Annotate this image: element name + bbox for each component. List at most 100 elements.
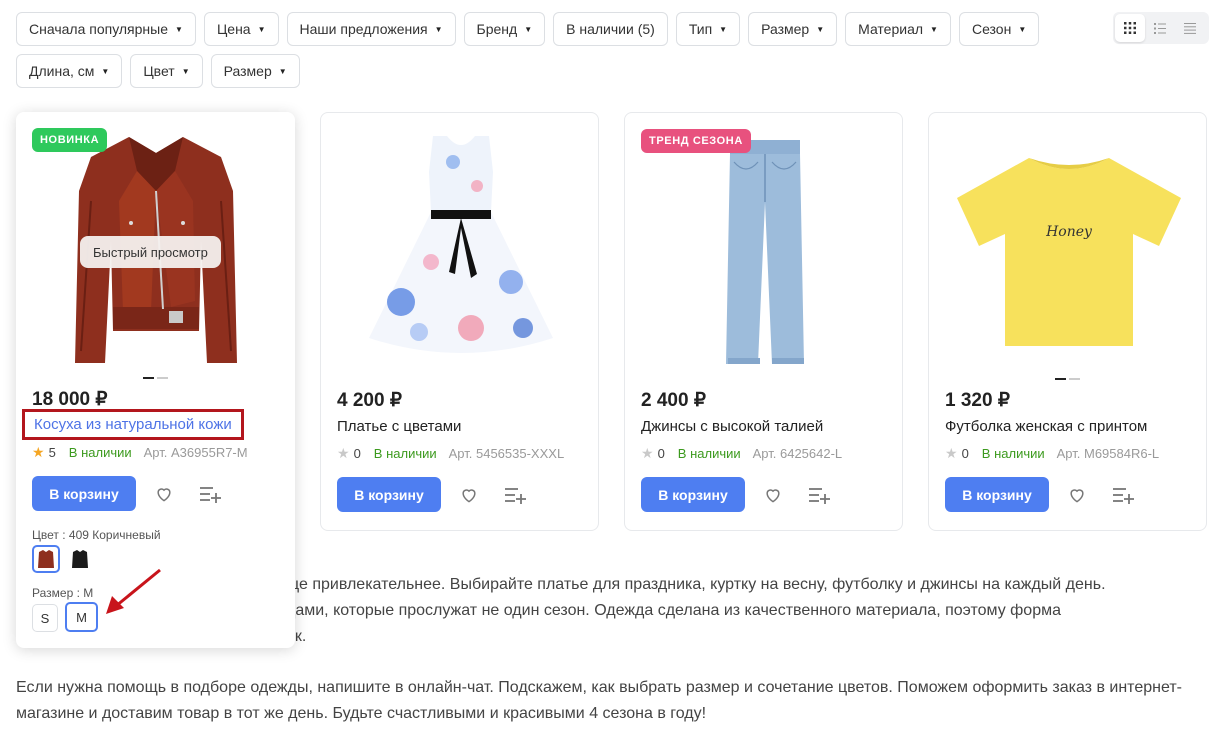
product-card[interactable]: 4 200 ₽ Платье с цветами ★ 0 В наличии А… bbox=[320, 112, 599, 531]
filter-in-stock[interactable]: В наличии (5) bbox=[553, 12, 668, 46]
article-number: Арт. 6425642-L bbox=[752, 446, 843, 461]
filter-label: Длина, см bbox=[29, 63, 95, 79]
view-mode-toggle bbox=[1113, 12, 1209, 44]
product-image[interactable] bbox=[337, 125, 584, 375]
add-to-cart-button[interactable]: В корзину bbox=[337, 477, 441, 512]
product-title-link[interactable]: Косуха из натуральной кожи bbox=[22, 409, 244, 440]
add-to-cart-button[interactable]: В корзину bbox=[32, 476, 136, 511]
size-option-m[interactable]: M bbox=[65, 602, 98, 632]
size-option-label: Размер : M bbox=[32, 586, 94, 600]
stock-status: В наличии bbox=[373, 446, 437, 461]
product-meta: ★ 0 В наличии Арт. 6425642-L bbox=[641, 445, 842, 462]
product-title-link[interactable]: Платье с цветами bbox=[337, 418, 461, 435]
product-image[interactable]: Honey bbox=[945, 125, 1192, 375]
filter-label: В наличии (5) bbox=[566, 21, 655, 37]
tshirt-print-text: Honey bbox=[1045, 224, 1093, 240]
jeans-image bbox=[725, 140, 804, 364]
product-meta: ★ 0 В наличии Арт. M69584R6-L bbox=[945, 445, 1159, 462]
caret-down-icon: ▼ bbox=[1018, 24, 1027, 34]
rating-count: 0 bbox=[353, 446, 361, 461]
rating-count: 5 bbox=[48, 445, 56, 460]
color-option-label: Цвет : 409 Коричневый bbox=[32, 528, 161, 542]
product-title-link[interactable]: Футболка женская с принтом bbox=[945, 418, 1147, 435]
size-option-s[interactable]: S bbox=[32, 604, 58, 632]
filter-label: Цвет bbox=[143, 63, 175, 79]
caret-down-icon: ▼ bbox=[816, 24, 825, 34]
grid-view-button[interactable] bbox=[1115, 14, 1145, 42]
product-card[interactable]: Honey 1 320 ₽ Футболка женская с принтом… bbox=[928, 112, 1207, 531]
filter-price[interactable]: Цена ▼ bbox=[203, 12, 279, 46]
list-view-button[interactable] bbox=[1145, 14, 1175, 42]
product-title-link[interactable]: Джинсы с высокой талией bbox=[641, 418, 823, 435]
filter-label: Сезон bbox=[971, 21, 1012, 37]
product-price: 2 400 ₽ bbox=[641, 390, 706, 411]
product-meta: ★ 5 В наличии Арт. A36955R7-M bbox=[32, 444, 248, 461]
description-paragraph: Если нужна помощь в подборе одежды, напи… bbox=[16, 679, 1182, 722]
annotation-arrow-icon bbox=[106, 568, 161, 614]
filter-offers[interactable]: Наши предложения ▼ bbox=[286, 12, 456, 46]
article-number: Арт. M69584R6-L bbox=[1056, 446, 1160, 461]
list-view-icon bbox=[1154, 22, 1166, 34]
filter-type[interactable]: Тип ▼ bbox=[675, 12, 741, 46]
grid-view-icon bbox=[1124, 22, 1136, 34]
article-number: Арт. 5456535-XXXL bbox=[448, 446, 565, 461]
filter-size[interactable]: Размер ▼ bbox=[748, 12, 838, 46]
image-dot[interactable] bbox=[1055, 378, 1066, 380]
caret-down-icon: ▼ bbox=[257, 24, 266, 34]
filter-label: Тип bbox=[688, 21, 713, 37]
filter-label: Сначала популярные bbox=[29, 21, 169, 37]
article-number: Арт. A36955R7-M bbox=[143, 445, 248, 460]
filter-material[interactable]: Материал ▼ bbox=[845, 12, 951, 46]
compare-icon[interactable] bbox=[808, 485, 830, 505]
heart-icon[interactable] bbox=[1067, 485, 1087, 505]
add-to-cart-button[interactable]: В корзину bbox=[945, 477, 1049, 512]
quick-view-button[interactable]: Быстрый просмотр bbox=[80, 236, 221, 268]
compact-list-button[interactable] bbox=[1175, 14, 1205, 42]
product-card[interactable]: ТРЕНД СЕЗОНА 2 400 ₽ Джинсы с высокой та… bbox=[624, 112, 903, 531]
black-jacket-thumbnail bbox=[72, 550, 88, 568]
add-to-cart-button[interactable]: В корзину bbox=[641, 477, 745, 512]
caret-down-icon: ▼ bbox=[181, 66, 190, 76]
floral-dress-image bbox=[368, 136, 553, 353]
stock-status: В наличии bbox=[68, 445, 132, 460]
compact-list-icon bbox=[1184, 22, 1196, 34]
image-dot[interactable] bbox=[143, 377, 154, 379]
caret-down-icon: ▼ bbox=[175, 24, 183, 34]
heart-icon[interactable] bbox=[763, 485, 783, 505]
caret-down-icon: ▼ bbox=[278, 66, 287, 76]
star-icon: ★ bbox=[337, 445, 350, 461]
badge-trend: ТРЕНД СЕЗОНА bbox=[641, 129, 751, 153]
image-pagination bbox=[16, 377, 295, 379]
badge-new: НОВИНКА bbox=[32, 128, 108, 152]
color-swatch-black[interactable] bbox=[66, 545, 94, 573]
product-meta: ★ 0 В наличии Арт. 5456535-XXXL bbox=[337, 445, 564, 462]
color-swatch-brown[interactable] bbox=[32, 545, 60, 573]
star-icon: ★ bbox=[641, 445, 654, 461]
image-dot[interactable] bbox=[1069, 378, 1080, 380]
filter-color[interactable]: Цвет ▼ bbox=[130, 54, 203, 88]
image-pagination bbox=[929, 378, 1206, 380]
stock-status: В наличии bbox=[677, 446, 741, 461]
brown-jacket-thumbnail bbox=[38, 550, 54, 568]
image-dot[interactable] bbox=[157, 377, 168, 379]
filter-sort-popular[interactable]: Сначала популярные ▼ bbox=[16, 12, 196, 46]
filter-size-2[interactable]: Размер ▼ bbox=[210, 54, 300, 88]
caret-down-icon: ▼ bbox=[101, 66, 110, 76]
filter-label: Материал bbox=[858, 21, 924, 37]
compare-icon[interactable] bbox=[1112, 485, 1134, 505]
filter-brand[interactable]: Бренд ▼ bbox=[463, 12, 546, 46]
star-icon: ★ bbox=[32, 444, 45, 460]
filter-season[interactable]: Сезон ▼ bbox=[958, 12, 1040, 46]
filter-label: Цена bbox=[216, 21, 251, 37]
product-image[interactable] bbox=[641, 125, 888, 375]
filter-length[interactable]: Длина, см ▼ bbox=[16, 54, 123, 88]
compare-icon[interactable] bbox=[199, 484, 221, 504]
heart-icon[interactable] bbox=[459, 485, 479, 505]
heart-icon[interactable] bbox=[154, 484, 174, 504]
filter-label: Размер bbox=[761, 21, 810, 37]
product-price: 18 000 ₽ bbox=[32, 389, 108, 410]
stock-status: В наличии bbox=[981, 446, 1045, 461]
filter-label: Бренд bbox=[476, 21, 518, 37]
compare-icon[interactable] bbox=[504, 485, 526, 505]
caret-down-icon: ▼ bbox=[719, 24, 728, 34]
